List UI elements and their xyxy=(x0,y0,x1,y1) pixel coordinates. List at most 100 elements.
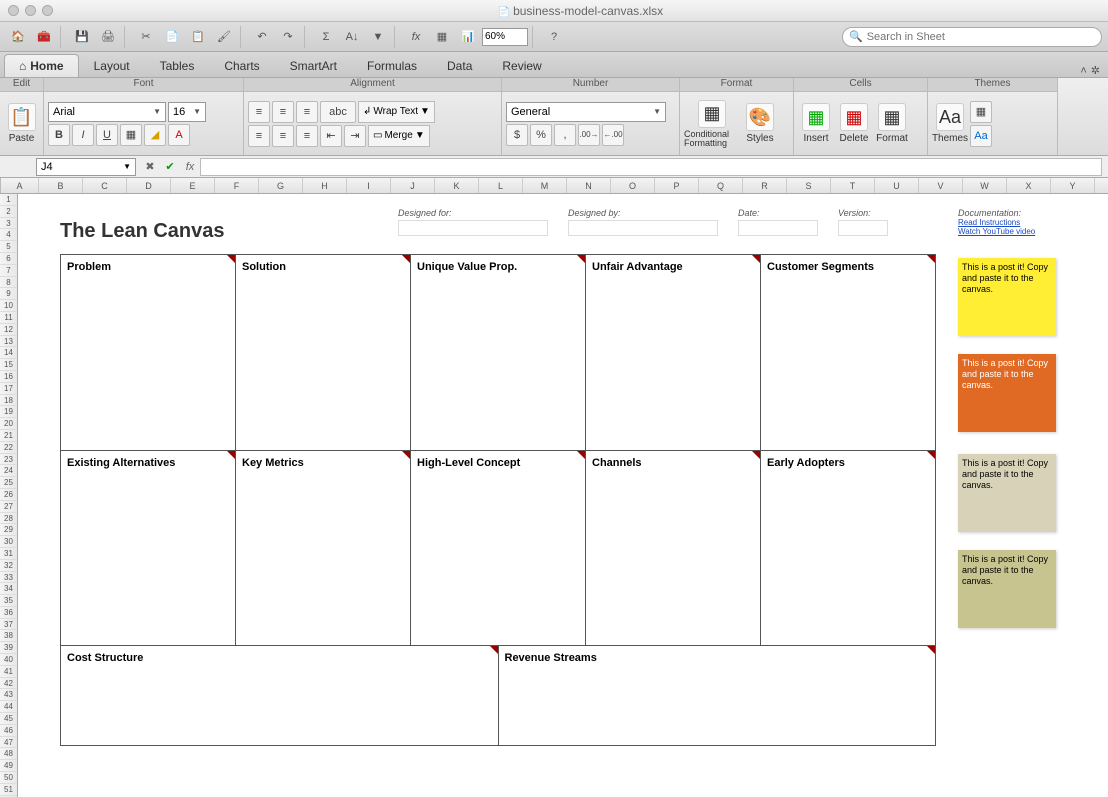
align-top-button[interactable]: ≡ xyxy=(248,101,270,123)
tab-smartart[interactable]: SmartArt xyxy=(275,54,352,77)
row-header-44[interactable]: 44 xyxy=(0,701,17,713)
font-size-combo[interactable]: 16▼ xyxy=(168,102,206,122)
row-header-15[interactable]: 15 xyxy=(0,359,17,371)
tab-home[interactable]: ⌂Home xyxy=(4,54,79,77)
help-icon[interactable]: ? xyxy=(542,26,566,48)
row-header-51[interactable]: 51 xyxy=(0,784,17,796)
row-header-5[interactable]: 5 xyxy=(0,241,17,253)
paste-button[interactable]: 📋 Paste xyxy=(4,103,39,144)
zoom-input[interactable] xyxy=(482,28,528,46)
percent-button[interactable]: % xyxy=(530,124,552,146)
row-header-18[interactable]: 18 xyxy=(0,395,17,407)
align-middle-button[interactable]: ≡ xyxy=(272,101,294,123)
minimize-window-btn[interactable] xyxy=(25,5,36,16)
conditional-formatting-button[interactable]: ▦ Conditional Formatting xyxy=(684,100,740,148)
insert-cells-button[interactable]: ▦Insert xyxy=(798,103,834,144)
home-icon[interactable]: 🏠 xyxy=(6,26,30,48)
wrap-text-button[interactable]: ↲Wrap Text▼ xyxy=(358,101,435,123)
number-format-combo[interactable]: General▼ xyxy=(506,102,666,122)
version-field[interactable] xyxy=(838,220,888,236)
undo-icon[interactable]: ↶ xyxy=(250,26,274,48)
row-header-13[interactable]: 13 xyxy=(0,336,17,348)
border-button[interactable]: ▦ xyxy=(120,124,142,146)
tab-layout[interactable]: Layout xyxy=(79,54,145,77)
align-right-button[interactable]: ≡ xyxy=(296,125,318,147)
col-header-H[interactable]: H xyxy=(303,178,347,193)
search-box[interactable]: 🔍 xyxy=(842,27,1102,47)
row-header-49[interactable]: 49 xyxy=(0,760,17,772)
row-header-28[interactable]: 28 xyxy=(0,513,17,525)
ribbon-settings-icon[interactable]: ✲ xyxy=(1091,64,1100,77)
increase-decimal-button[interactable]: .00→ xyxy=(578,124,600,146)
row-header-2[interactable]: 2 xyxy=(0,206,17,218)
row-header-12[interactable]: 12 xyxy=(0,324,17,336)
cell-key-metrics[interactable]: Key Metrics xyxy=(236,451,410,646)
autosum-icon[interactable]: Σ xyxy=(314,26,338,48)
toolbox-icon[interactable]: 🧰 xyxy=(32,26,56,48)
paste-icon[interactable]: 📋 xyxy=(186,26,210,48)
postit-olive[interactable]: This is a post it! Copy and paste it to … xyxy=(958,550,1056,628)
underline-button[interactable]: U xyxy=(96,124,118,146)
row-header-34[interactable]: 34 xyxy=(0,583,17,595)
cell-unfair-advantage[interactable]: Unfair Advantage xyxy=(586,255,760,451)
cell-existing-alternatives[interactable]: Existing Alternatives xyxy=(61,451,235,646)
row-header-46[interactable]: 46 xyxy=(0,725,17,737)
theme-colors-button[interactable]: ▦ xyxy=(970,101,992,123)
row-header-3[interactable]: 3 xyxy=(0,218,17,230)
format-cells-button[interactable]: ▦Format xyxy=(874,103,910,144)
watch-video-link[interactable]: Watch YouTube video xyxy=(958,227,1035,236)
tab-formulas[interactable]: Formulas xyxy=(352,54,432,77)
styles-button[interactable]: 🎨 Styles xyxy=(742,103,778,144)
row-header-23[interactable]: 23 xyxy=(0,454,17,466)
close-window-btn[interactable] xyxy=(8,5,19,16)
formula-input[interactable] xyxy=(200,158,1102,176)
collapse-ribbon-icon[interactable]: ˄ xyxy=(1080,65,1086,77)
col-header-S[interactable]: S xyxy=(787,178,831,193)
date-field[interactable] xyxy=(738,220,818,236)
row-header-48[interactable]: 48 xyxy=(0,748,17,760)
row-header-16[interactable]: 16 xyxy=(0,371,17,383)
col-header-P[interactable]: P xyxy=(655,178,699,193)
cell-early-adopters[interactable]: Early Adopters xyxy=(761,451,935,646)
format-painter-icon[interactable]: 🖌 xyxy=(212,26,236,48)
tab-tables[interactable]: Tables xyxy=(145,54,210,77)
row-header-43[interactable]: 43 xyxy=(0,689,17,701)
col-header-O[interactable]: O xyxy=(611,178,655,193)
col-header-B[interactable]: B xyxy=(39,178,83,193)
row-header-24[interactable]: 24 xyxy=(0,465,17,477)
row-header-50[interactable]: 50 xyxy=(0,772,17,784)
row-header-25[interactable]: 25 xyxy=(0,477,17,489)
row-header-45[interactable]: 45 xyxy=(0,713,17,725)
align-left-button[interactable]: ≡ xyxy=(248,125,270,147)
decrease-indent-button[interactable]: ⇤ xyxy=(320,125,342,147)
row-header-10[interactable]: 10 xyxy=(0,300,17,312)
col-header-A[interactable]: A xyxy=(1,178,39,193)
row-header-1[interactable]: 1 xyxy=(0,194,17,206)
filter-icon[interactable]: ▼ xyxy=(366,26,390,48)
row-header-33[interactable]: 33 xyxy=(0,572,17,584)
cell-revenue-streams[interactable]: Revenue Streams xyxy=(499,646,936,745)
col-header-R[interactable]: R xyxy=(743,178,787,193)
col-header-D[interactable]: D xyxy=(127,178,171,193)
col-header-F[interactable]: F xyxy=(215,178,259,193)
col-header-K[interactable]: K xyxy=(435,178,479,193)
row-header-30[interactable]: 30 xyxy=(0,536,17,548)
col-header-V[interactable]: V xyxy=(919,178,963,193)
col-header-Q[interactable]: Q xyxy=(699,178,743,193)
row-header-41[interactable]: 41 xyxy=(0,666,17,678)
row-header-14[interactable]: 14 xyxy=(0,347,17,359)
row-header-8[interactable]: 8 xyxy=(0,277,17,289)
read-instructions-link[interactable]: Read Instructions xyxy=(958,218,1035,227)
align-center-button[interactable]: ≡ xyxy=(272,125,294,147)
col-header-W[interactable]: W xyxy=(963,178,1007,193)
fx-button[interactable]: fx xyxy=(180,158,200,176)
orientation-button[interactable]: abc xyxy=(320,101,356,123)
row-header-22[interactable]: 22 xyxy=(0,442,17,454)
row-header-36[interactable]: 36 xyxy=(0,607,17,619)
row-header-29[interactable]: 29 xyxy=(0,524,17,536)
col-header-J[interactable]: J xyxy=(391,178,435,193)
row-header-26[interactable]: 26 xyxy=(0,489,17,501)
tab-charts[interactable]: Charts xyxy=(209,54,274,77)
tab-data[interactable]: Data xyxy=(432,54,487,77)
cut-icon[interactable]: ✂ xyxy=(134,26,158,48)
